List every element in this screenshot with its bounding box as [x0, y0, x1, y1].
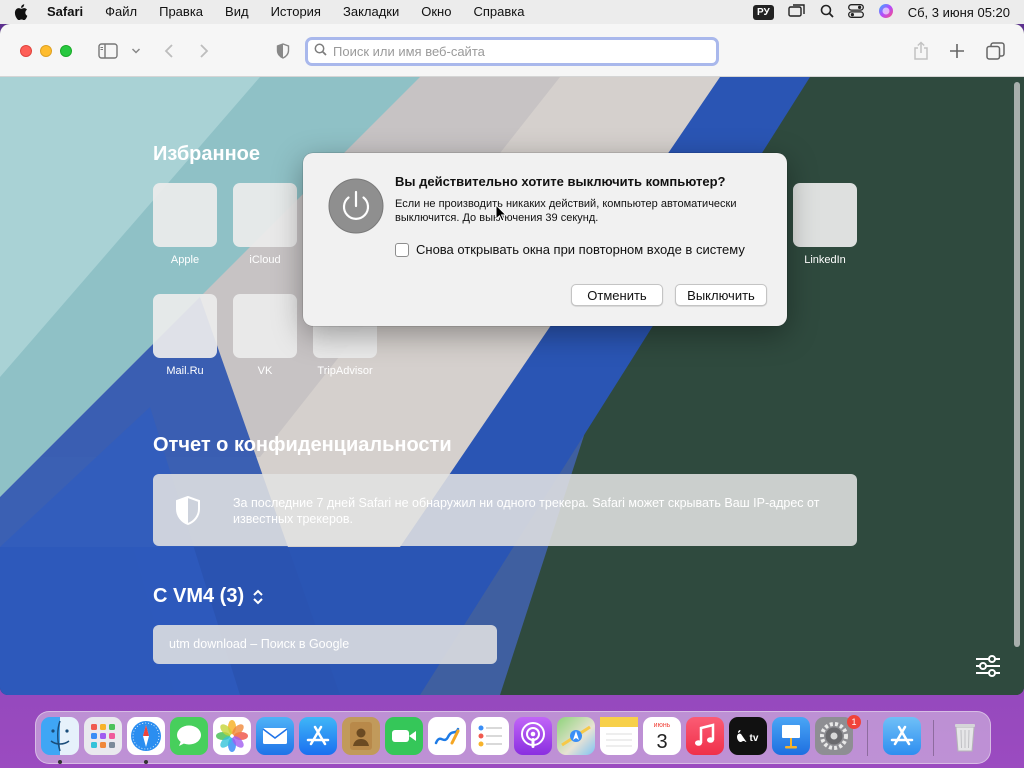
- favorite-label: iCloud: [249, 254, 281, 266]
- siri-icon[interactable]: [878, 3, 894, 22]
- podcasts-icon[interactable]: [514, 717, 552, 755]
- menu-help[interactable]: Справка: [462, 0, 535, 24]
- new-tab-icon[interactable]: [948, 40, 966, 62]
- favorite-linkedin[interactable]: LinkedIn: [793, 183, 857, 266]
- trash-icon[interactable]: [946, 717, 984, 755]
- cancel-button[interactable]: Отменить: [571, 284, 663, 306]
- control-center-icon[interactable]: [847, 3, 864, 21]
- share-icon[interactable]: [912, 40, 930, 62]
- mail-icon[interactable]: [256, 717, 294, 755]
- privacy-report-text: За последние 7 дней Safari не обнаружил …: [233, 496, 820, 526]
- chevron-down-icon[interactable]: [130, 40, 142, 62]
- freeform-icon[interactable]: [428, 717, 466, 755]
- music-icon[interactable]: [686, 717, 724, 755]
- shut-down-button[interactable]: Выключить: [675, 284, 767, 306]
- forward-icon[interactable]: [196, 40, 212, 62]
- cloud-tabs-title: С VM4 (3): [153, 585, 245, 607]
- privacy-report-card[interactable]: За последние 7 дней Safari не обнаружил …: [153, 474, 857, 546]
- favorites-title: Избранное: [153, 143, 261, 165]
- photos-icon[interactable]: [213, 717, 251, 755]
- window-minimize-button[interactable]: [40, 45, 52, 57]
- power-icon: [328, 178, 384, 239]
- vertical-scrollbar[interactable]: [1014, 82, 1020, 647]
- facetime-icon[interactable]: [385, 717, 423, 755]
- favorite-label: LinkedIn: [804, 254, 846, 266]
- menu-app-name[interactable]: Safari: [36, 0, 94, 24]
- menu-file[interactable]: Файл: [94, 0, 148, 24]
- calendar-month: июнь: [654, 722, 671, 729]
- privacy-shield-icon[interactable]: [275, 40, 291, 62]
- checkbox-label[interactable]: Снова открывать окна при повторном входе…: [416, 242, 745, 257]
- favorite-tile: [233, 183, 297, 247]
- window-zoom-button[interactable]: [60, 45, 72, 57]
- dialog-title: Вы действительно хотите выключить компью…: [395, 174, 726, 189]
- safari-icon[interactable]: [127, 717, 165, 755]
- notes-icon[interactable]: [600, 717, 638, 755]
- menu-view[interactable]: Вид: [214, 0, 260, 24]
- cloud-tab-item[interactable]: utm download – Поиск в Google: [153, 625, 497, 664]
- menu-edit[interactable]: Правка: [148, 0, 214, 24]
- dock-separator: [933, 720, 934, 756]
- favorite-tile: [233, 294, 297, 358]
- reminders-icon[interactable]: [471, 717, 509, 755]
- favorite-label: Apple: [170, 254, 200, 266]
- safari-window: Избранное Apple iCloud LinkedIn Mail.Ru …: [0, 24, 1024, 695]
- screen-mirroring-icon[interactable]: [788, 3, 806, 21]
- favorite-label: Mail.Ru: [166, 365, 204, 377]
- checkbox-box[interactable]: [395, 242, 409, 257]
- dialog-message: Если не производить никаких действий, ко…: [395, 198, 737, 224]
- sidebar-toggle-icon[interactable]: [97, 40, 119, 62]
- back-icon[interactable]: [161, 40, 177, 62]
- downloads-folder-icon[interactable]: [883, 717, 921, 755]
- apple-menu-icon[interactable]: [14, 0, 36, 24]
- launchpad-icon[interactable]: [84, 717, 122, 755]
- favorite-mailru[interactable]: Mail.Ru: [153, 294, 217, 377]
- maps-icon[interactable]: [557, 717, 595, 755]
- tab-overview-icon[interactable]: [985, 40, 1005, 62]
- keynote-icon[interactable]: [772, 717, 810, 755]
- dock-separator: [867, 720, 868, 756]
- favorite-label: VK: [257, 365, 273, 377]
- search-icon: [314, 43, 327, 61]
- favorite-vk[interactable]: VK: [233, 294, 297, 377]
- privacy-shield-icon: [175, 495, 201, 531]
- finder-icon[interactable]: [41, 717, 79, 755]
- favorite-tile: [793, 183, 857, 247]
- privacy-report-title: Отчет о конфиденциальности: [153, 434, 452, 456]
- cloud-tabs-header[interactable]: С VM4 (3): [153, 585, 264, 608]
- favorite-tile: [153, 294, 217, 358]
- safari-toolbar: [0, 24, 1024, 77]
- svg-text:tv: tv: [750, 733, 759, 744]
- start-page-settings-icon[interactable]: [975, 655, 1001, 682]
- menu-window[interactable]: Окно: [410, 0, 462, 24]
- keyboard-layout-badge[interactable]: РУ: [752, 4, 774, 20]
- calendar-icon[interactable]: июнь 3: [643, 717, 681, 755]
- mouse-pointer-icon: [495, 203, 508, 227]
- menubar-clock[interactable]: Сб, 3 июня 05:20: [908, 5, 1010, 20]
- dock: июнь 3 tv 1: [35, 711, 991, 764]
- tv-icon[interactable]: tv: [729, 717, 767, 755]
- contacts-icon[interactable]: [342, 717, 380, 755]
- menu-history[interactable]: История: [260, 0, 332, 24]
- reopen-windows-checkbox[interactable]: Снова открывать окна при повторном входе…: [395, 242, 745, 257]
- running-indicator: [144, 760, 148, 764]
- messages-icon[interactable]: [170, 717, 208, 755]
- address-input[interactable]: [333, 44, 693, 59]
- favorite-tile: [153, 183, 217, 247]
- spotlight-search-icon[interactable]: [820, 4, 834, 21]
- menu-bookmarks[interactable]: Закладки: [332, 0, 410, 24]
- favorite-apple[interactable]: Apple: [153, 183, 217, 266]
- shutdown-dialog: Вы действительно хотите выключить компью…: [303, 153, 787, 326]
- favorite-icloud[interactable]: iCloud: [233, 183, 297, 266]
- window-close-button[interactable]: [20, 45, 32, 57]
- running-indicator: [58, 760, 62, 764]
- address-bar[interactable]: [305, 37, 719, 66]
- calendar-day: 3: [656, 731, 667, 753]
- favorite-label: TripAdvisor: [317, 365, 373, 377]
- notification-badge: 1: [847, 715, 861, 729]
- app-store-icon[interactable]: [299, 717, 337, 755]
- chevron-up-down-icon[interactable]: [252, 588, 264, 606]
- menu-bar: Safari Файл Правка Вид История Закладки …: [0, 0, 1024, 24]
